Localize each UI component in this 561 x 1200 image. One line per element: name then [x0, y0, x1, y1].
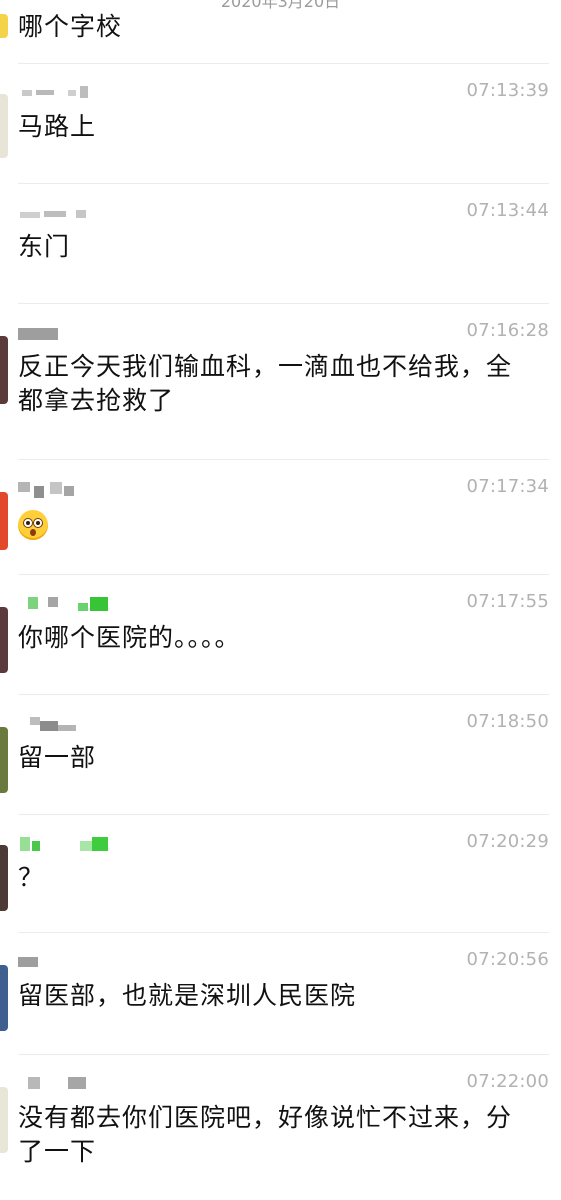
message-list: 哪个字校 07:13:39 马路上 07:13:44 东门 07:16:28 反… [0, 0, 561, 1200]
message-time: 07:20:56 [466, 949, 549, 970]
avatar[interactable] [0, 14, 8, 38]
list-item[interactable]: 07:20:56 留医部，也就是深圳人民医院 [0, 933, 561, 1055]
avatar[interactable] [0, 492, 8, 550]
avatar[interactable] [0, 845, 8, 911]
list-item[interactable]: 07:18:50 留一部 [0, 695, 561, 815]
sender-name-redacted [18, 837, 118, 851]
message-time: 07:17:34 [466, 476, 549, 497]
sender-name-redacted [18, 717, 118, 731]
message-time: 07:16:28 [466, 320, 549, 341]
list-item[interactable]: 07:22:00 没有都去你们医院吧，好像说忙不过来，分了一下 [0, 1055, 561, 1200]
message-text: ？ [18, 863, 45, 892]
avatar[interactable] [0, 607, 8, 673]
message-text: 你哪个医院的。。。。 [18, 623, 241, 652]
message-text: 没有都去你们医院吧，好像说忙不过来，分了一下 [18, 1103, 513, 1166]
message-text: 东门 [18, 232, 71, 261]
message-text: 哪个字校 [18, 12, 123, 41]
message-time: 07:17:55 [466, 591, 549, 612]
sender-name-redacted [18, 86, 118, 100]
avatar[interactable] [0, 94, 8, 158]
message-time: 07:13:44 [466, 200, 549, 221]
sender-name-redacted [18, 326, 118, 340]
sender-name-redacted [18, 206, 118, 220]
sender-name-redacted [18, 955, 118, 969]
flushed-face-icon [18, 510, 48, 540]
list-item[interactable]: 07:20:29 ？ [0, 815, 561, 933]
message-time: 07:18:50 [466, 711, 549, 732]
message-text: 留一部 [18, 743, 97, 772]
avatar[interactable] [0, 727, 8, 793]
message-emoji-row [18, 508, 521, 549]
avatar[interactable] [0, 336, 8, 404]
list-item[interactable]: 07:16:28 反正今天我们输血科，一滴血也不给我，全都拿去抢救了 [0, 304, 561, 460]
message-time: 07:20:29 [466, 831, 549, 852]
list-item[interactable]: 07:17:34 [0, 460, 561, 575]
avatar[interactable] [0, 1087, 8, 1153]
message-text: 留医部，也就是深圳人民医院 [18, 981, 357, 1010]
message-text: 马路上 [18, 112, 97, 141]
message-time: 07:13:39 [466, 80, 549, 101]
message-time: 07:22:00 [466, 1071, 549, 1092]
sender-name-redacted [18, 597, 118, 611]
list-item[interactable]: 07:17:55 你哪个医院的。。。。 [0, 575, 561, 695]
sender-name-redacted [18, 1077, 118, 1091]
list-item[interactable]: 07:13:44 东门 [0, 184, 561, 304]
avatar[interactable] [0, 965, 8, 1031]
message-text: 反正今天我们输血科，一滴血也不给我，全都拿去抢救了 [18, 352, 513, 415]
list-item[interactable]: 07:13:39 马路上 [0, 64, 561, 184]
list-item[interactable]: 哪个字校 [0, 0, 561, 64]
sender-name-redacted [18, 482, 118, 498]
